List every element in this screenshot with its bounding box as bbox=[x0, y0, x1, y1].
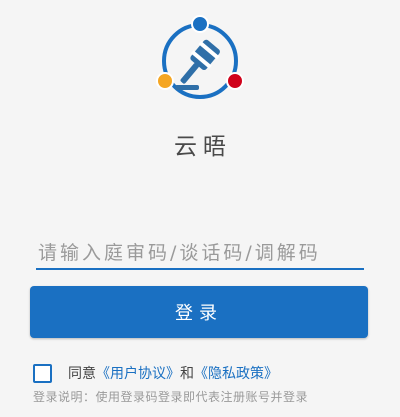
app-logo-gavel-icon bbox=[156, 15, 244, 99]
login-note: 登录说明：使用登录码登录即代表注册账号并登录 bbox=[33, 390, 309, 404]
user-agreement-link[interactable]: 《用户协议》 bbox=[96, 363, 180, 383]
code-input[interactable] bbox=[36, 238, 364, 270]
login-button[interactable]: 登录 bbox=[30, 286, 368, 338]
app-name: 云晤 bbox=[174, 134, 232, 160]
agreement-row: 同意 《用户协议》 和 《隐私政策》 bbox=[33, 362, 278, 384]
agreement-prefix: 同意 bbox=[68, 366, 96, 382]
privacy-policy-link[interactable]: 《隐私政策》 bbox=[194, 363, 278, 383]
agreement-conjunction: 和 bbox=[180, 366, 194, 382]
agreement-checkbox[interactable] bbox=[33, 363, 52, 383]
